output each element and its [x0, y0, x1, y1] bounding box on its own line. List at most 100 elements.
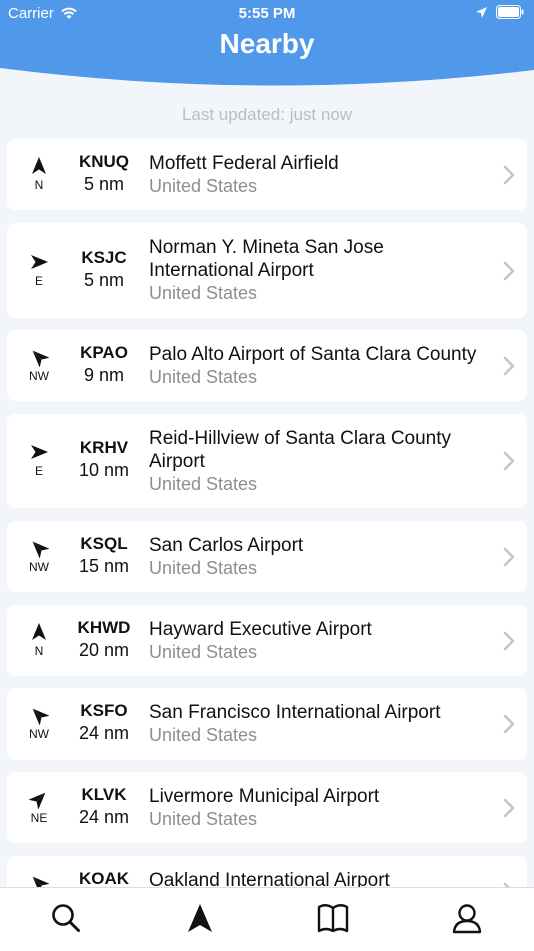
airport-name-line: Palo Alto Airport of Santa Clara County — [149, 343, 477, 365]
airport-name-line: Reid-Hillview of Santa Clara County — [149, 427, 452, 449]
airport-country: United States — [149, 557, 258, 578]
airport-code-block: KSFO 24 nm — [67, 701, 141, 744]
book-icon — [317, 904, 349, 933]
airport-code-block: KSJC 5 nm — [67, 248, 141, 291]
nearby-arrow-icon — [188, 904, 212, 932]
direction-label: NE — [30, 810, 48, 825]
airport-name-line: Airport — [149, 450, 205, 472]
airport-country: United States — [149, 283, 258, 303]
chevron-right-icon — [503, 356, 515, 375]
airport-info: Livermore Municipal Airport United State… — [149, 785, 504, 831]
tab-nearby[interactable] — [180, 902, 220, 938]
direction-indicator: N — [21, 622, 57, 658]
airport-code: KRHV — [79, 438, 129, 457]
direction-label: N — [34, 177, 44, 192]
airport-code-block: KRHV 10 nm — [67, 438, 141, 481]
last-updated-label: Last updated: just now — [181, 105, 353, 124]
airport-country: United States — [149, 641, 258, 662]
location-arrow-icon — [476, 6, 487, 18]
direction-indicator: N — [21, 156, 57, 192]
airport-country: United States — [149, 725, 258, 745]
page-title: Nearby — [219, 28, 315, 59]
direction-indicator: NW — [21, 705, 57, 741]
battery-icon — [496, 5, 524, 19]
direction-indicator: NE — [21, 789, 57, 825]
airport-code-block: KNUQ 5 nm — [67, 152, 141, 195]
tab-profile[interactable] — [447, 902, 487, 938]
search-icon — [52, 904, 80, 932]
airport-row-ksfo[interactable]: NW KSFO 24 nm San Francisco Internationa… — [7, 688, 527, 760]
airport-row-kpao[interactable]: NW KPAO 9 nm Palo Alto Airport of Santa … — [7, 330, 527, 401]
airport-code: KOAK — [78, 868, 130, 888]
direction-indicator: E — [21, 252, 57, 288]
airport-distance: 24 nm — [78, 723, 130, 743]
direction-label: NW — [29, 559, 49, 574]
direction-label: E — [34, 464, 43, 478]
tab-bar — [0, 887, 534, 951]
direction-arrow-icon — [31, 254, 48, 269]
tab-search[interactable] — [46, 902, 86, 938]
airport-info: Palo Alto Airport of Santa Clara County … — [149, 343, 504, 389]
airport-row-knuq[interactable]: N KNUQ 5 nm Moffett Federal Airfield Uni… — [7, 139, 527, 210]
airport-row-ksjc[interactable]: E KSJC 5 nm Norman Y. Mineta San Jose Int… — [7, 223, 527, 318]
header: Carrier 5:55 PM Nearby — [0, 0, 534, 92]
direction-arrow-icon — [32, 156, 46, 174]
direction-indicator: NW — [21, 347, 57, 383]
profile-icon — [452, 904, 482, 934]
direction-arrow-icon — [32, 708, 49, 725]
airport-code: KSJC — [81, 247, 127, 267]
chevron-right-icon — [503, 261, 515, 280]
airport-code: KSQL — [80, 533, 128, 553]
status-bar: Carrier 5:55 PM — [0, 0, 534, 28]
direction-arrow-icon — [32, 622, 46, 640]
airport-row-khwd[interactable]: N KHWD 20 nm Hayward Executive Airport U… — [7, 605, 527, 676]
airport-distance: 15 nm — [78, 555, 130, 576]
airport-distance: 5 nm — [83, 269, 125, 290]
airport-name-line: Moffett Federal Airfield — [149, 152, 339, 174]
airport-country: United States — [149, 808, 258, 829]
airport-code-block: KHWD 20 nm — [67, 618, 141, 661]
airport-code: KSFO — [80, 701, 128, 720]
airport-info: San Carlos Airport United States — [149, 534, 504, 580]
direction-label: N — [34, 643, 44, 658]
airport-name-line: Hayward Executive Airport — [149, 618, 372, 640]
chevron-right-icon — [503, 631, 515, 650]
direction-label: NW — [29, 368, 49, 383]
direction-label: E — [34, 273, 43, 288]
direction-arrow-icon — [29, 792, 46, 809]
chevron-right-icon — [503, 798, 515, 817]
airport-country: United States — [149, 175, 258, 196]
chevron-right-icon — [503, 547, 515, 566]
chevron-right-icon — [503, 714, 515, 734]
airport-code: KPAO — [80, 342, 128, 362]
direction-arrow-icon — [32, 350, 49, 367]
airport-info: Norman Y. Mineta San Jose International A… — [149, 236, 504, 305]
airport-country: United States — [149, 473, 258, 494]
direction-indicator: E — [21, 442, 57, 478]
airport-info: Moffett Federal Airfield United States — [149, 152, 504, 198]
direction-arrow-icon — [32, 541, 49, 558]
airport-row-ksql[interactable]: NW KSQL 15 nm San Carlos Airport United … — [7, 521, 527, 592]
airport-code: KLVK — [81, 784, 127, 804]
direction-arrow-icon — [31, 445, 48, 459]
airport-name-line: San Francisco International Airport — [149, 702, 441, 723]
airport-row-krhv[interactable]: E KRHV 10 nm Reid-Hillview of Santa Clar… — [7, 414, 527, 508]
airport-code-block: KLVK 24 nm — [67, 785, 141, 828]
airport-distance: 9 nm — [83, 364, 125, 385]
airport-distance: 20 nm — [78, 639, 130, 660]
direction-indicator: NW — [21, 538, 57, 574]
tab-logbook[interactable] — [313, 902, 353, 938]
chevron-right-icon — [503, 451, 515, 471]
airport-name-line: Livermore Municipal Airport — [149, 785, 380, 807]
airport-row-klvk[interactable]: NE KLVK 24 nm Livermore Municipal Airpor… — [7, 772, 527, 843]
airport-code: KHWD — [77, 617, 131, 637]
airport-name-line: Norman Y. Mineta San Jose — [149, 237, 384, 258]
airport-distance: 10 nm — [78, 460, 130, 480]
airport-code: KNUQ — [78, 151, 130, 171]
direction-label: NW — [29, 727, 49, 741]
airport-info: San Francisco International Airport Unit… — [149, 701, 504, 747]
airport-info: Hayward Executive Airport United States — [149, 618, 504, 664]
airport-country: United States — [149, 366, 258, 387]
airport-code-block: KPAO 9 nm — [67, 343, 141, 386]
airport-info: Reid-Hillview of Santa Clara County Airpo… — [149, 427, 504, 496]
